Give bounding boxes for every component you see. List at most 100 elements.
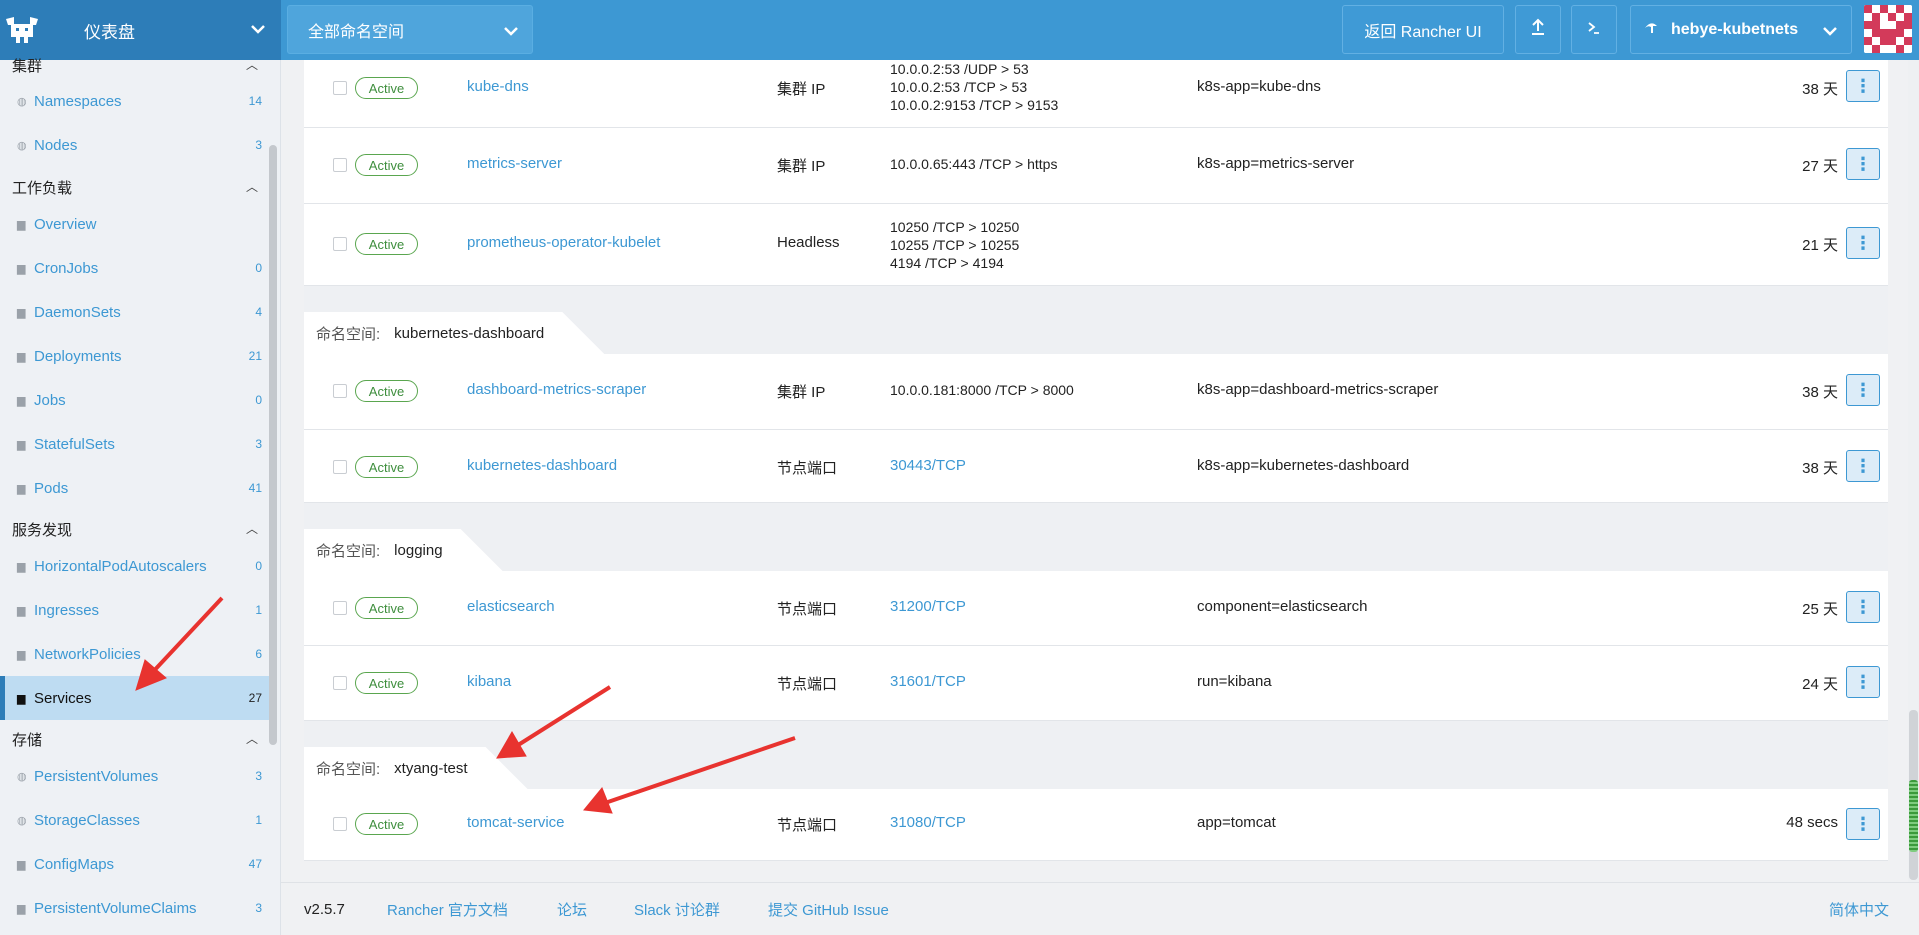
table-row: Active kubernetes-dashboard 节点端口 30443/T… — [304, 430, 1888, 503]
sidebar-item-persistentvolumeclaims[interactable]: ▆ PersistentVolumeClaims 3 — [0, 886, 272, 930]
row-checkbox[interactable] — [333, 676, 347, 690]
github-issue-link[interactable]: 提交 GitHub Issue — [768, 899, 889, 920]
node-port-link[interactable]: 31601/TCP — [890, 673, 966, 691]
sidebar-group-workloads[interactable]: 工作负载 ︿ — [0, 172, 270, 202]
node-port-link[interactable]: 31200/TCP — [890, 598, 966, 616]
sidebar-item-label: Pods — [34, 479, 69, 497]
row-checkbox[interactable] — [333, 237, 347, 251]
row-checkbox[interactable] — [333, 384, 347, 398]
sidebar-item-persistentvolumes[interactable]: ◍ PersistentVolumes 3 — [0, 754, 272, 798]
service-name-link[interactable]: metrics-server — [467, 155, 562, 172]
terminal-icon — [1585, 17, 1603, 42]
folder-icon: ▆ — [17, 902, 26, 915]
namespace-group-header: 命名空间: logging — [304, 503, 1888, 571]
sidebar-item-networkpolicies[interactable]: ▆ NetworkPolicies 6 — [0, 632, 272, 676]
sidebar-item-count: 21 — [248, 349, 262, 363]
namespace-label: 命名空间: — [316, 760, 381, 778]
sidebar-item-statefulsets[interactable]: ▆ StatefulSets 3 — [0, 422, 272, 466]
sidebar-group-label: 服务发现 — [12, 521, 73, 539]
row-checkbox[interactable] — [333, 81, 347, 95]
scrollbar-grip[interactable] — [1909, 780, 1918, 852]
service-name-link[interactable]: kube-dns — [467, 78, 529, 95]
sidebar-item-nodes[interactable]: ◍ Nodes 3 — [0, 123, 272, 167]
sidebar-group-cluster[interactable]: 集群 ︿ — [0, 50, 270, 80]
sidebar-item-daemonsets[interactable]: ▆ DaemonSets 4 — [0, 290, 272, 334]
sidebar-group-label: 工作负载 — [12, 179, 73, 197]
sidebar-item-namespaces[interactable]: ◍ Namespaces 14 — [0, 79, 272, 123]
namespace-select[interactable]: 全部命名空间 — [287, 5, 533, 54]
port-line: 10.0.0.2:53 /UDP > 53 — [890, 61, 1029, 77]
row-actions-button[interactable]: ⋮ — [1846, 808, 1880, 840]
service-name-link[interactable]: tomcat-service — [467, 814, 565, 831]
row-checkbox[interactable] — [333, 817, 347, 831]
service-type: 集群 IP — [777, 81, 826, 98]
sidebar-item-count: 0 — [255, 393, 262, 407]
sidebar-item-ingresses[interactable]: ▆ Ingresses 1 — [0, 588, 272, 632]
sidebar-item-count: 0 — [255, 261, 262, 275]
folder-icon: ▆ — [17, 648, 26, 661]
sidebar-item-label: StorageClasses — [34, 811, 140, 829]
row-checkbox[interactable] — [333, 158, 347, 172]
user-avatar[interactable] — [1864, 5, 1912, 53]
namespace-tab: 命名空间: kubernetes-dashboard — [304, 312, 604, 354]
row-checkbox[interactable] — [333, 601, 347, 615]
namespace-label: 命名空间: — [316, 325, 381, 343]
status-badge: Active — [355, 597, 418, 619]
cluster-select[interactable]: hebye-kubetnets — [1630, 5, 1852, 54]
row-actions-button[interactable]: ⋮ — [1846, 70, 1880, 102]
sidebar-item-deployments[interactable]: ▆ Deployments 21 — [0, 334, 272, 378]
service-ports: 10.0.0.181:8000 /TCP > 8000 — [890, 381, 1074, 399]
status-badge: Active — [355, 233, 418, 255]
node-port-link[interactable]: 30443/TCP — [890, 457, 966, 475]
folder-icon: ▆ — [17, 438, 26, 451]
folder-icon: ▆ — [17, 262, 26, 275]
service-selector: app=tomcat — [1197, 814, 1276, 831]
more-vertical-icon: ⋮ — [1854, 75, 1872, 96]
return-rancher-ui-button[interactable]: 返回 Rancher UI — [1342, 5, 1504, 54]
service-name-link[interactable]: prometheus-operator-kubelet — [467, 234, 660, 251]
page-scrollbar[interactable] — [1908, 60, 1919, 882]
kubectl-shell-button[interactable] — [1571, 5, 1617, 54]
sidebar-item-configmaps[interactable]: ▆ ConfigMaps 47 — [0, 842, 272, 886]
sidebar-item-count: 3 — [255, 138, 262, 152]
chevron-down-icon — [249, 18, 267, 45]
row-actions-button[interactable]: ⋮ — [1846, 450, 1880, 482]
row-actions-button[interactable]: ⋮ — [1846, 666, 1880, 698]
language-selector[interactable]: 简体中文 — [1829, 899, 1889, 920]
service-age: 21 天 — [1802, 237, 1838, 254]
sidebar-group-storage[interactable]: 存储 ︿ — [0, 724, 270, 754]
service-name-link[interactable]: elasticsearch — [467, 598, 555, 615]
row-actions-button[interactable]: ⋮ — [1846, 148, 1880, 180]
sidebar-item-storageclasses[interactable]: ◍ StorageClasses 1 — [0, 798, 272, 842]
row-actions-button[interactable]: ⋮ — [1846, 374, 1880, 406]
sidebar-item-jobs[interactable]: ▆ Jobs 0 — [0, 378, 272, 422]
namespace-group-header: 命名空间: xtyang-test — [304, 721, 1888, 789]
table-row: Active kibana 节点端口 31601/TCP run=kibana … — [304, 646, 1888, 721]
sidebar-item-count: 6 — [255, 647, 262, 661]
version-label: v2.5.7 — [304, 900, 345, 918]
sidebar-item-hpa[interactable]: ▆ HorizontalPodAutoscalers 0 — [0, 544, 272, 588]
row-checkbox[interactable] — [333, 460, 347, 474]
node-port-link[interactable]: 31080/TCP — [890, 814, 966, 832]
port-line: 10.0.0.2:53 /TCP > 53 — [890, 79, 1028, 95]
sidebar-scrollbar[interactable] — [269, 145, 277, 745]
service-name-link[interactable]: dashboard-metrics-scraper — [467, 381, 646, 398]
row-actions-button[interactable]: ⋮ — [1846, 591, 1880, 623]
slack-link[interactable]: Slack 讨论群 — [634, 899, 720, 920]
service-name-link[interactable]: kubernetes-dashboard — [467, 457, 617, 474]
sidebar-item-services[interactable]: ▆ Services 27 — [0, 676, 272, 720]
sidebar-group-service-discovery[interactable]: 服务发现 ︿ — [0, 514, 270, 544]
sidebar-item-overview[interactable]: ▆ Overview — [0, 202, 272, 246]
namespace-icon: ◍ — [17, 770, 27, 783]
folder-icon: ▆ — [17, 560, 26, 573]
row-actions-button[interactable]: ⋮ — [1846, 227, 1880, 259]
folder-icon: ▆ — [17, 604, 26, 617]
sidebar-item-cronjobs[interactable]: ▆ CronJobs 0 — [0, 246, 272, 290]
service-name-link[interactable]: kibana — [467, 673, 511, 690]
forum-link[interactable]: 论坛 — [557, 899, 587, 920]
sidebar-item-pods[interactable]: ▆ Pods 41 — [0, 466, 272, 510]
namespace-icon: ◍ — [17, 814, 27, 827]
port-line: 10.0.0.65:443 /TCP > https — [890, 156, 1058, 172]
docs-link[interactable]: Rancher 官方文档 — [387, 899, 508, 920]
import-yaml-button[interactable] — [1515, 5, 1561, 54]
